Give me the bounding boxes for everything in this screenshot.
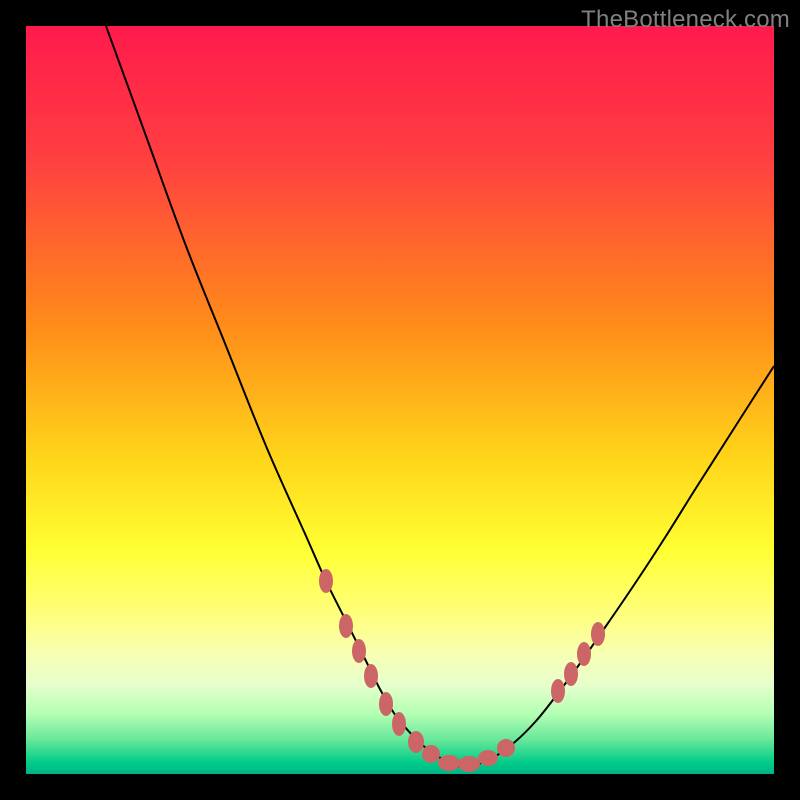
curve-dot: [591, 622, 605, 646]
curve-dot: [478, 750, 498, 766]
curve-dot: [551, 679, 565, 703]
curve-dot: [458, 756, 480, 772]
curve-dot: [339, 614, 353, 638]
curve-dot: [438, 755, 460, 771]
gradient-background: [26, 26, 774, 774]
curve-dot: [364, 664, 378, 688]
chart-stage: TheBottleneck.com: [0, 0, 800, 800]
watermark-label: TheBottleneck.com: [581, 6, 790, 34]
curve-dot: [422, 745, 440, 763]
curve-dot: [577, 642, 591, 666]
curve-dot: [564, 662, 578, 686]
curve-dot: [408, 731, 424, 753]
curve-dot: [497, 739, 515, 757]
curve-dot: [392, 712, 406, 736]
curve-dot: [319, 569, 333, 593]
plot-area: [26, 26, 774, 774]
chart-svg: [26, 26, 774, 774]
curve-dot: [352, 639, 366, 663]
curve-dot: [379, 692, 393, 716]
